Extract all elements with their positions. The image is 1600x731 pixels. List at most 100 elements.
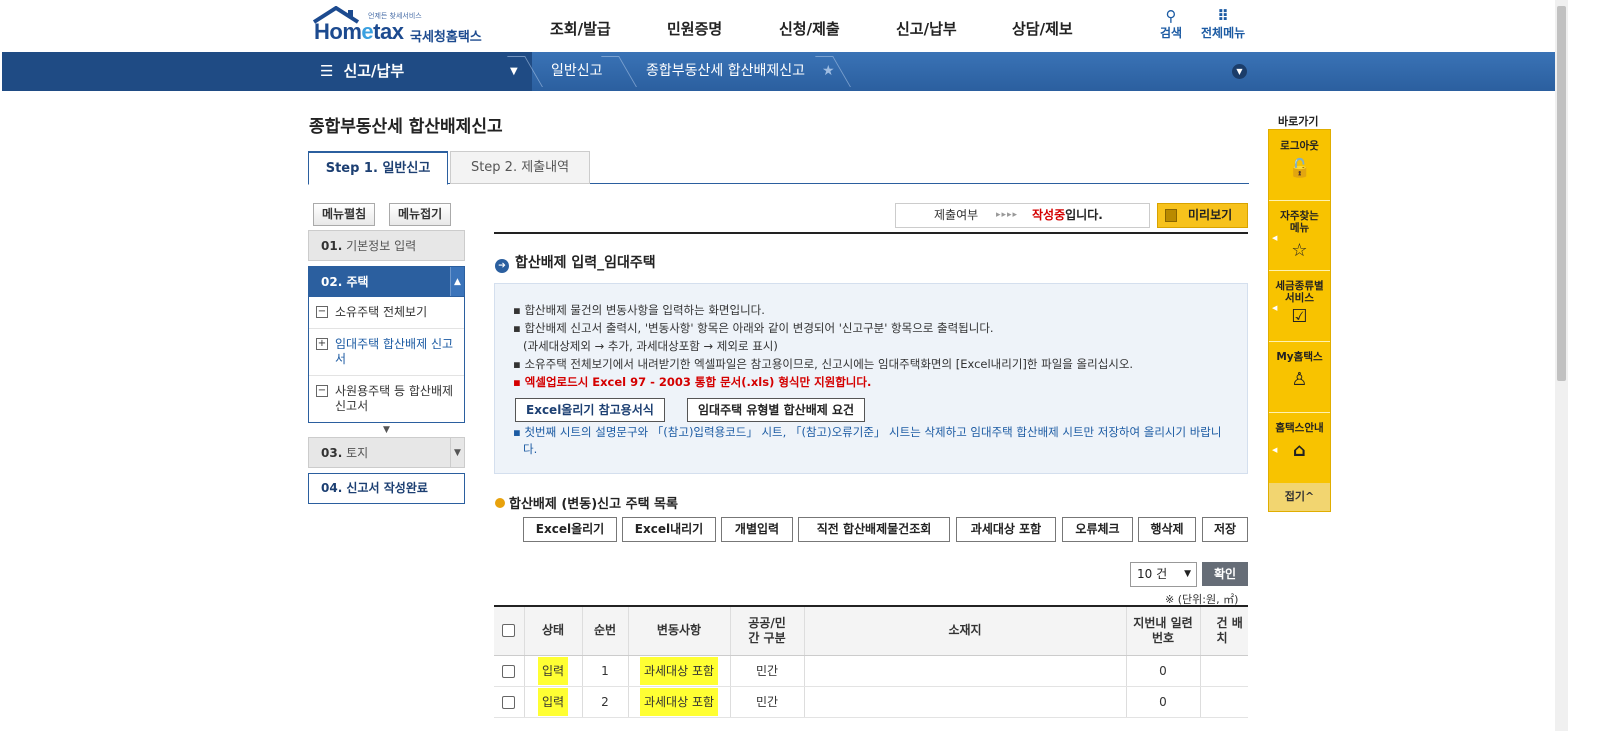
chevron-down-icon[interactable]: ▼ — [450, 438, 464, 467]
seq-cell: 2 — [582, 686, 629, 718]
search-label: 검색 — [1160, 26, 1183, 40]
submenu-label: 임대주택 합산배제 신고서 — [335, 337, 454, 366]
scrollbar-thumb[interactable] — [1557, 6, 1566, 381]
status-arrows: ▸▸▸▸ — [996, 210, 1019, 220]
table-row[interactable]: 입력 1 과세대상 포함 민간 0 — [494, 655, 1248, 687]
delete-row-button[interactable]: 행삭제 — [1138, 517, 1196, 542]
quickbar-separator — [1269, 270, 1330, 271]
gnb-item-consult[interactable]: 상담/제보 — [1012, 18, 1073, 39]
type-cell: 민간 — [730, 655, 805, 687]
breadcrumb-current-page: 종합부동산세 합산배제신고 — [646, 63, 806, 79]
quick-hometax-guide[interactable]: 홈택스안내 ⌂ — [1269, 422, 1330, 462]
search-button[interactable]: ⚲ 검색 — [1160, 8, 1182, 41]
logo-korean-name: 국세청홈택스 — [410, 30, 482, 45]
select-all-header — [494, 607, 525, 656]
page-size-select[interactable]: 10 건 ▼ — [1130, 562, 1197, 587]
chevron-down-icon[interactable]: ▼ — [1232, 64, 1247, 79]
step-house[interactable]: 02. 주택 ▲ — [308, 266, 465, 297]
tab-step1-general[interactable]: Step 1. 일반신고 — [308, 151, 448, 185]
individual-input-button[interactable]: 개별입력 — [721, 517, 793, 542]
column-header: 변동사항 — [628, 607, 731, 656]
quick-label: 자주찾는 메뉴 — [1280, 210, 1319, 234]
excel-download-button[interactable]: Excel내리기 — [622, 517, 716, 542]
step-label: 기본정보 입력 — [346, 239, 417, 253]
info-warning-line: ▪ 엑셀업로드시 Excel 97 - 2003 통합 문서(.xls) 형식만… — [513, 375, 872, 389]
logo-brand: Hometax — [314, 19, 404, 44]
select-all-checkbox[interactable] — [502, 624, 516, 638]
extra-cell — [1200, 655, 1248, 687]
status-cell: 입력 — [524, 686, 583, 718]
save-button[interactable]: 저장 — [1202, 517, 1248, 542]
submenu-all-owned-houses[interactable]: − 소유주택 전체보기 — [309, 297, 464, 329]
star-icon: ☆ — [1291, 240, 1308, 261]
grid-icon: ⠿ — [1217, 7, 1229, 25]
row-select-cell — [494, 686, 525, 718]
gnb-item-application[interactable]: 신청/제출 — [779, 18, 840, 39]
quick-label: 세금종류별 서비스 — [1275, 280, 1324, 304]
change-value: 과세대상 포함 — [639, 687, 719, 716]
list-title-text: 합산배제 (변동)신고 주택 목록 — [509, 497, 678, 512]
submission-status: 제출여부 ▸▸▸▸ 작성중입니다. — [895, 203, 1150, 228]
list-title: 합산배제 (변동)신고 주택 목록 — [495, 493, 678, 512]
section-title-text: 합산배제 입력_임대주택 — [515, 255, 656, 271]
left-step-menu: 01. 기본정보 입력 — [308, 230, 465, 261]
info-line: ▪ 소유주택 전체보기에서 내려받기한 엑셀파일은 참고용이므로, 신고시에는 … — [513, 357, 1134, 371]
quick-label: 로그아웃 — [1280, 140, 1319, 152]
column-header-text: 건 배치 — [1216, 615, 1243, 645]
column-header: 공공/민간 구분 — [730, 607, 805, 656]
row-checkbox[interactable] — [502, 664, 516, 678]
confirm-button[interactable]: 확인 — [1202, 562, 1248, 586]
chevron-up-icon[interactable]: ▲ — [450, 267, 464, 296]
document-icon — [1165, 209, 1177, 222]
quick-logout[interactable]: 로그아웃 🔓 — [1269, 140, 1330, 180]
excel-upload-button[interactable]: Excel올리기 — [523, 517, 617, 542]
quick-my-hometax[interactable]: My홈택스 ♙ — [1269, 351, 1330, 391]
quickbar-fold-button[interactable]: 접기^ — [1269, 483, 1330, 511]
column-header-text: 공공/민간 구분 — [748, 615, 786, 645]
quick-favorites[interactable]: 자주찾는 메뉴 ☆ — [1269, 210, 1330, 262]
table-row[interactable]: 입력 2 과세대상 포함 민간 0 — [494, 686, 1248, 718]
preview-label: 미리보기 — [1188, 208, 1233, 222]
step-land[interactable]: 03. 토지 ▼ — [308, 437, 465, 468]
column-header: 상태 — [524, 607, 583, 656]
check-box-icon: ☑ — [1291, 306, 1308, 327]
gnb-item-filing[interactable]: 신고/납부 — [896, 18, 957, 39]
breadcrumb-separator — [601, 56, 637, 87]
step-tabs: Step 1. 일반신고 Step 2. 제출내역 — [308, 151, 1249, 185]
hometax-logo[interactable]: 언제든 찾세서비스 Hometax 국세청홈택스 — [312, 6, 492, 46]
tab-step2-history[interactable]: Step 2. 제출내역 — [450, 151, 590, 184]
error-check-button[interactable]: 오류체크 — [1062, 517, 1133, 542]
minus-box-icon: − — [316, 306, 328, 318]
address-cell — [804, 655, 1127, 687]
breadcrumb-general-filing[interactable]: 일반신고 — [551, 52, 603, 91]
location-bar-menu-area — [2, 52, 532, 91]
submenu-employee-house[interactable]: − 사원용주택 등 합산배제 신고서 — [309, 376, 464, 422]
arrow-circle-icon: ➔ — [495, 259, 509, 273]
gnb-item-inquiry[interactable]: 조회/발급 — [550, 18, 611, 39]
menu-collapse-button[interactable]: 메뉴접기 — [389, 203, 452, 226]
info-note-line: ▪ 첫번째 시트의 설명문구와 「(참고)입력용코드」 시트, 「(참고)오류기… — [513, 425, 1222, 439]
unlock-icon: 🔓 — [1288, 158, 1311, 179]
submenu-rental-house[interactable]: + 임대주택 합산배제 신고서 — [309, 329, 464, 376]
preview-button[interactable]: 미리보기 — [1157, 203, 1248, 228]
quickbar: 로그아웃 🔓 ◀ 자주찾는 메뉴 ☆ ◀ 세금종류별 서비스 ☑ My홈택스 ♙… — [1268, 129, 1331, 512]
all-menu-button[interactable]: ⠿ 전체메뉴 — [1201, 8, 1245, 41]
quick-tax-services[interactable]: 세금종류별 서비스 ☑ — [1269, 280, 1330, 328]
quickbar-separator — [1269, 412, 1330, 413]
gnb-item-certificate[interactable]: 민원증명 — [667, 18, 722, 39]
top-header: 언제든 찾세서비스 Hometax 국세청홈택스 조회/발급 민원증명 신청/제… — [0, 0, 1555, 52]
row-checkbox[interactable] — [502, 695, 516, 709]
menu-expand-button[interactable]: 메뉴펼침 — [313, 203, 376, 226]
include-taxable-button[interactable]: 과세대상 포함 — [956, 517, 1056, 542]
column-header: 순번 — [582, 607, 629, 656]
previous-items-lookup-button[interactable]: 직전 합산배제물건조회 — [798, 517, 950, 542]
rental-requirements-button[interactable]: 임대주택 유형별 합산배제 요건 — [687, 398, 866, 422]
nav-menu-dropdown[interactable]: ☰ 신고/납부 — [320, 52, 404, 91]
hamburger-icon: ☰ — [320, 62, 334, 80]
info-line: (과세대상제외 → 추가, 과세대상포함 → 제외로 표시) — [523, 339, 778, 353]
house-submenu: − 소유주택 전체보기 + 임대주택 합산배제 신고서 − 사원용주택 등 합산배제 … — [308, 297, 465, 423]
vertical-scrollbar[interactable] — [1555, 0, 1568, 731]
excel-form-button[interactable]: Excel올리기 참고용서식 — [515, 398, 665, 422]
step-complete[interactable]: 04. 신고서 작성완료 — [308, 473, 465, 504]
step-basic-info[interactable]: 01. 기본정보 입력 — [308, 230, 465, 261]
